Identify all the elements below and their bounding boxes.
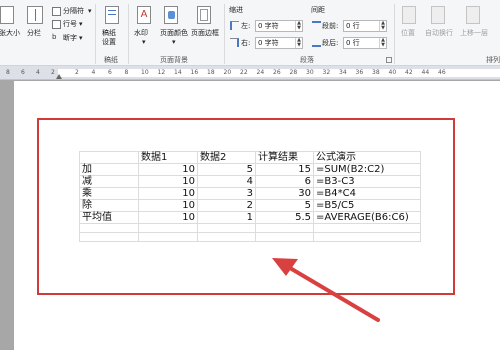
annotation-arrow [272, 258, 380, 322]
arrow-head-icon [272, 258, 298, 276]
arrow-shaft [288, 266, 380, 322]
